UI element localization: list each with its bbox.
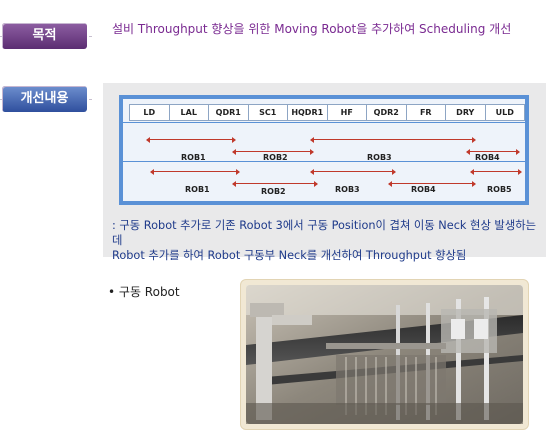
robot-range-arrow xyxy=(388,181,476,187)
note-line: : 구동 Robot 추가로 기존 Robot 3에서 구동 Position이… xyxy=(112,219,536,247)
robot-label: ROB1 xyxy=(185,185,210,194)
robot-layout-diagram: LD LAL QDR1 SC1 HQDR1 HF QDR2 FR DRY ULD… xyxy=(119,95,529,205)
purpose-tag: 목적 xyxy=(2,23,87,49)
robot-range-arrow xyxy=(150,169,240,175)
robot-label: ROB3 xyxy=(335,185,360,194)
robot-caption: • 구동 Robot xyxy=(108,283,180,300)
station-label: ULD xyxy=(495,108,514,117)
robot-caption-label: 구동 Robot xyxy=(118,285,180,299)
robot-range-arrow xyxy=(146,137,236,143)
robot-label: ROB2 xyxy=(261,187,286,196)
station-label: DRY xyxy=(446,105,486,120)
improve-tag: 개선내용 xyxy=(2,86,87,112)
robot-photo-image xyxy=(246,285,523,424)
robot-range-arrow xyxy=(470,169,522,175)
robot-range-arrow xyxy=(232,149,314,155)
station-label: SC1 xyxy=(249,105,288,120)
robot-range-arrow xyxy=(466,149,520,155)
purpose-text: 설비 Throughput 향상을 위한 Moving Robot을 추가하여 … xyxy=(112,22,512,36)
station-label: QDR2 xyxy=(367,105,407,120)
bullet-icon: • xyxy=(108,285,116,299)
station-label: HQDR1 xyxy=(288,105,328,120)
robot-range-arrow xyxy=(310,169,396,175)
station-label: LAL xyxy=(170,105,209,120)
station-label: FR xyxy=(407,105,446,120)
row-divider xyxy=(123,122,525,123)
robot-label: ROB5 xyxy=(487,185,512,194)
row-divider xyxy=(123,161,525,162)
station-label: QDR1 xyxy=(209,105,249,120)
robot-range-arrow xyxy=(232,181,318,187)
improvement-note: : 구동 Robot 추가로 기존 Robot 3에서 구동 Position이… xyxy=(112,218,542,263)
station-label: HF xyxy=(328,105,367,120)
robot-photo xyxy=(240,279,529,430)
note-line: Robot 추가를 하여 Robot 구동부 Neck를 개선하여 Throug… xyxy=(112,249,467,262)
robot-label: ROB4 xyxy=(411,185,436,194)
robot-range-arrow xyxy=(310,137,476,143)
station-label: LD xyxy=(130,105,170,120)
station-header: LD LAL QDR1 SC1 HQDR1 HF QDR2 FR DRY ULD xyxy=(129,104,525,121)
